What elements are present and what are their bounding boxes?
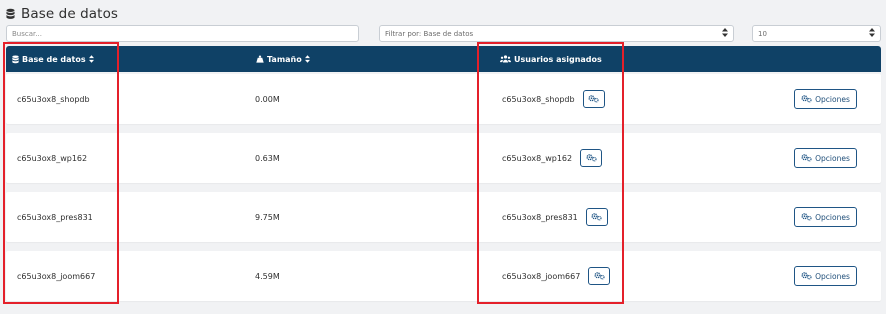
assigned-user-name: c65u3ox8_joom667 <box>502 271 581 281</box>
cogs-icon <box>801 272 812 280</box>
select-caret-icon <box>869 28 875 39</box>
user-settings-button[interactable] <box>585 208 608 226</box>
database-size: 0.63M <box>255 153 280 163</box>
cogs-icon <box>586 154 597 162</box>
table-row: c65u3ox8_pres831 9.75M c65u3ox8_pres831 … <box>6 192 881 242</box>
assigned-user: c65u3ox8_wp162 <box>502 133 603 183</box>
column-header-database-label: Base de datos <box>22 54 86 64</box>
cogs-icon <box>588 95 599 103</box>
page-header: Base de datos <box>6 5 118 23</box>
filter-select-value: Filtrar por: Base de datos <box>385 29 474 38</box>
assigned-user-name: c65u3ox8_shopdb <box>502 94 575 104</box>
cogs-icon <box>594 272 605 280</box>
options-button[interactable]: Opciones <box>794 207 857 227</box>
column-header-database[interactable]: Base de datos <box>12 46 94 72</box>
column-header-size-label: Tamaño <box>267 54 302 64</box>
options-button[interactable]: Opciones <box>794 89 857 109</box>
database-name: c65u3ox8_shopdb <box>17 94 90 104</box>
table-row: c65u3ox8_shopdb 0.00M c65u3ox8_shopdb Op… <box>6 74 881 124</box>
options-button[interactable]: Opciones <box>794 266 857 286</box>
database-icon <box>12 54 19 63</box>
users-icon <box>500 55 511 63</box>
assigned-user: c65u3ox8_pres831 <box>502 192 608 242</box>
database-size: 4.59M <box>255 271 280 281</box>
weight-icon <box>256 55 264 63</box>
table-header: Base de datos Tamaño Usuarios asignados <box>6 46 881 72</box>
options-button-label: Opciones <box>815 271 850 281</box>
options-button[interactable]: Opciones <box>794 148 857 168</box>
sort-icon <box>88 55 94 63</box>
user-settings-button[interactable] <box>588 267 611 285</box>
per-page-value: 10 <box>758 29 767 38</box>
per-page-select[interactable]: 10 <box>752 25 881 42</box>
select-caret-icon <box>722 28 728 39</box>
assigned-user: c65u3ox8_shopdb <box>502 74 605 124</box>
database-size: 9.75M <box>255 212 280 222</box>
cogs-icon <box>801 95 812 103</box>
search-field[interactable] <box>6 25 359 42</box>
assigned-user-name: c65u3ox8_pres831 <box>502 212 578 222</box>
cogs-icon <box>591 213 602 221</box>
cogs-icon <box>801 154 812 162</box>
filter-select[interactable]: Filtrar por: Base de datos <box>379 25 734 42</box>
database-name: c65u3ox8_wp162 <box>17 153 88 163</box>
assigned-user: c65u3ox8_joom667 <box>502 251 611 301</box>
sort-icon <box>304 55 310 63</box>
column-header-users-label: Usuarios asignados <box>514 54 602 64</box>
options-button-label: Opciones <box>815 94 850 104</box>
column-header-users: Usuarios asignados <box>500 46 602 72</box>
options-button-label: Opciones <box>815 153 850 163</box>
user-settings-button[interactable] <box>580 149 603 167</box>
page-title: Base de datos <box>21 6 119 22</box>
assigned-user-name: c65u3ox8_wp162 <box>502 153 573 163</box>
search-input[interactable] <box>12 29 353 38</box>
database-name: c65u3ox8_pres831 <box>17 212 93 222</box>
database-size: 0.00M <box>255 94 280 104</box>
table-row: c65u3ox8_joom667 4.59M c65u3ox8_joom667 … <box>6 251 881 301</box>
database-icon <box>6 8 15 19</box>
column-header-size[interactable]: Tamaño <box>256 46 310 72</box>
table-row: c65u3ox8_wp162 0.63M c65u3ox8_wp162 Opci… <box>6 133 881 183</box>
user-settings-button[interactable] <box>582 90 605 108</box>
database-name: c65u3ox8_joom667 <box>17 271 96 281</box>
options-button-label: Opciones <box>815 212 850 222</box>
cogs-icon <box>801 213 812 221</box>
